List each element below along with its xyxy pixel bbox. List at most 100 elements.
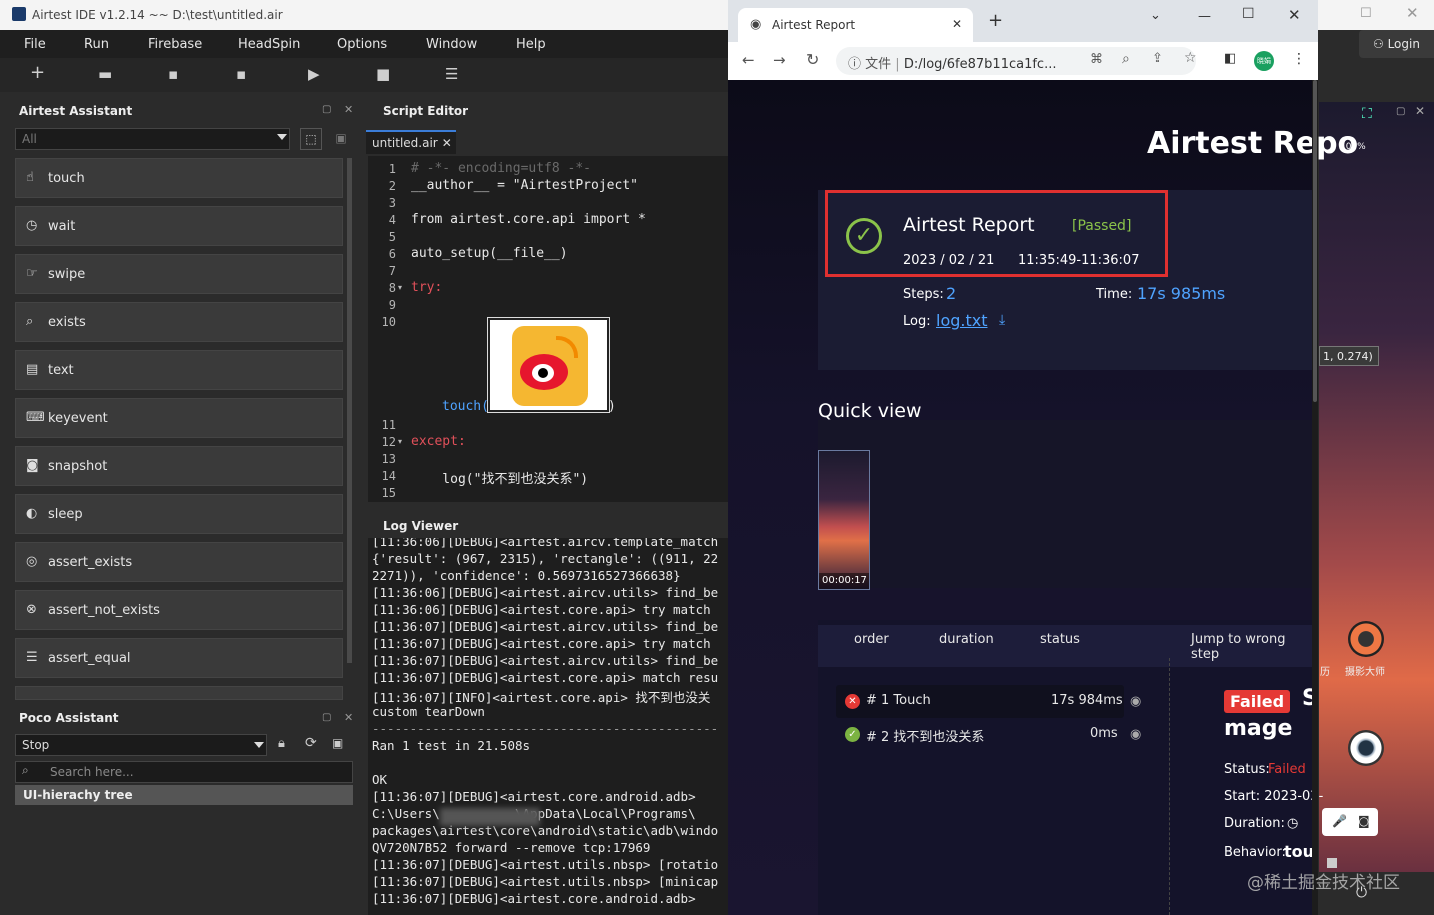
code-line[interactable]: log("找不到也没关系") (411, 468, 588, 487)
address-bar[interactable]: ⓘ 文件 | D:/log/6fe87b11ca1fc... (836, 47, 1196, 75)
float-icon[interactable]: ▢ (1396, 106, 1405, 117)
open-folder-icon[interactable]: ▬ (98, 65, 112, 83)
minimize-icon[interactable]: — (1198, 9, 1211, 24)
refresh-icon[interactable]: ⟳ (305, 735, 317, 751)
menu-options[interactable]: Options (337, 37, 387, 52)
reload-icon[interactable]: ↻ (806, 50, 819, 69)
back-icon[interactable]: ← (742, 51, 755, 69)
chevron-down-icon[interactable] (254, 742, 264, 748)
api-item-partial[interactable] (15, 686, 343, 700)
api-item-touch[interactable]: ☝ touch (15, 158, 343, 198)
code-line[interactable]: auto_setup(__file__) (411, 246, 568, 261)
api-item-sleep[interactable]: ◐ sleep (15, 494, 343, 534)
api-filter-select[interactable]: All (15, 128, 290, 150)
float-panel-icon[interactable]: ▢ (322, 104, 331, 115)
close-window-icon[interactable]: ✕ (1406, 4, 1419, 22)
login-button[interactable]: ⚇ Login (1359, 30, 1434, 58)
close-device-icon[interactable]: ✕ (1415, 104, 1425, 118)
chevron-down-icon[interactable]: ⌄ (1150, 8, 1161, 23)
new-icon[interactable]: + (30, 62, 45, 83)
mic-icon[interactable]: 🎤 (1332, 814, 1347, 828)
close-window-icon[interactable]: ✕ (1288, 6, 1301, 24)
device-connect-icon[interactable]: ⛶ (1362, 106, 1372, 122)
fold-icon[interactable]: ▾ (398, 437, 402, 446)
menu-firebase[interactable]: Firebase (148, 37, 202, 52)
scroll-thumb[interactable] (1313, 80, 1317, 402)
api-list-scrollbar[interactable] (347, 158, 352, 663)
close-panel-icon[interactable]: ✕ (344, 103, 353, 116)
stop-icon[interactable] (1327, 858, 1337, 868)
maximize-icon[interactable]: ☐ (1242, 6, 1255, 22)
code-line[interactable]: from airtest.core.api import * (411, 212, 646, 227)
sidebar-icon[interactable]: ◧ (1224, 51, 1236, 66)
jump-to-wrong-step-link[interactable]: Jump to wrong step (1191, 632, 1312, 662)
search-icon: ⌕ (22, 763, 29, 777)
log-line: 2271)), 'confidence': 0.5697316527366638… (372, 568, 681, 583)
col-status[interactable]: status (1040, 632, 1080, 647)
select-region-icon[interactable]: ⬚ (300, 128, 322, 150)
camera-icon[interactable]: ◙ (1358, 814, 1370, 828)
report-time-range: 11:35:49-11:36:07 (1018, 253, 1140, 268)
bookmark-star-icon[interactable]: ☆ (1184, 50, 1197, 66)
menu-file[interactable]: File (24, 37, 46, 52)
camera-app-icon[interactable] (1348, 621, 1384, 657)
touch-call[interactable]: touch( (442, 399, 489, 414)
translate-icon[interactable]: ⌘ (1090, 52, 1103, 67)
record-icon[interactable]: ▣ (332, 736, 343, 750)
col-order[interactable]: order (854, 632, 889, 647)
more-menu-icon[interactable]: ⋮ (1292, 51, 1306, 67)
float-panel-icon[interactable]: ▢ (322, 712, 331, 723)
menu-window[interactable]: Window (426, 37, 477, 52)
api-item-snapshot[interactable]: ◙ snapshot (15, 446, 343, 486)
api-item-exists[interactable]: ⌕ exists (15, 302, 343, 342)
api-item-wait[interactable]: ◷ wait (15, 206, 343, 246)
eye-icon[interactable]: ◉ (1130, 694, 1141, 709)
lock-icon[interactable]: 🔒︎ (278, 736, 285, 751)
browser-tab[interactable]: ◉ Airtest Report ✕ (738, 8, 973, 42)
maximize-icon[interactable]: ☐ (1360, 6, 1372, 21)
fold-icon[interactable]: ▾ (398, 283, 402, 292)
profile-avatar[interactable]: 晓娟 (1254, 51, 1274, 71)
zoom-icon[interactable]: ⌕ (1122, 51, 1130, 67)
api-item-keyevent[interactable]: ⌨ keyevent (15, 398, 343, 438)
close-tab-icon[interactable]: ✕ (442, 136, 452, 150)
eye-icon[interactable]: ◉ (1130, 727, 1141, 742)
download-icon[interactable]: ⤓ (999, 312, 1005, 328)
close-panel-icon[interactable]: ✕ (344, 711, 353, 724)
stop-run-icon[interactable]: ■ (376, 65, 390, 83)
log-viewer[interactable]: [11:36:06][DEBUG]<airtest.aircv.template… (368, 538, 728, 915)
share-icon[interactable]: ⇪ (1152, 51, 1163, 66)
step-name[interactable]: # 1 Touch (866, 693, 931, 708)
chevron-down-icon[interactable] (277, 134, 287, 140)
code-line[interactable]: try: (411, 280, 442, 295)
tab-untitled[interactable]: untitled.air ✕ (366, 130, 456, 154)
api-item-swipe[interactable]: ☞ swipe (15, 254, 343, 294)
close-tab-icon[interactable]: ✕ (952, 17, 962, 31)
code-line[interactable]: __author__ = "AirtestProject" (411, 178, 638, 193)
code-line[interactable]: except: (411, 434, 466, 449)
api-item-assert-exists[interactable]: ◎ assert_exists (15, 542, 343, 582)
poco-mode-select[interactable]: Stop (15, 734, 267, 756)
lens-app-icon[interactable] (1348, 730, 1384, 766)
api-item-text[interactable]: ▤ text (15, 350, 343, 390)
quick-view-thumbnail[interactable]: 00:00:17 (818, 450, 870, 590)
log-link[interactable]: log.txt (936, 311, 988, 330)
api-item-label: sleep (48, 507, 83, 522)
col-duration[interactable]: duration (939, 632, 994, 647)
api-item-assert-not-exists[interactable]: ⊗ assert_not_exists (15, 590, 343, 630)
poco-search-input[interactable]: Search here... (15, 761, 353, 783)
log-icon[interactable]: ☰ (445, 65, 458, 83)
run-icon[interactable]: ▶ (308, 65, 320, 83)
step-name[interactable]: # 2 找不到也没关系 (866, 726, 984, 745)
code-line[interactable]: # -*- encoding=utf8 -*- (411, 161, 591, 176)
menu-run[interactable]: Run (84, 37, 109, 52)
save-icon[interactable]: ▪ (168, 65, 178, 83)
record-icon[interactable]: ▣ (330, 128, 352, 150)
forward-icon[interactable]: → (773, 51, 786, 69)
menu-help[interactable]: Help (516, 37, 546, 52)
save-as-icon[interactable]: ▪ (236, 65, 246, 83)
menu-headspin[interactable]: HeadSpin (238, 37, 300, 52)
api-item-assert-equal[interactable]: ☰ assert_equal (15, 638, 343, 678)
ui-hierarchy-tree[interactable]: UI-hierachy tree (15, 785, 353, 805)
new-tab-icon[interactable]: + (988, 10, 1003, 31)
